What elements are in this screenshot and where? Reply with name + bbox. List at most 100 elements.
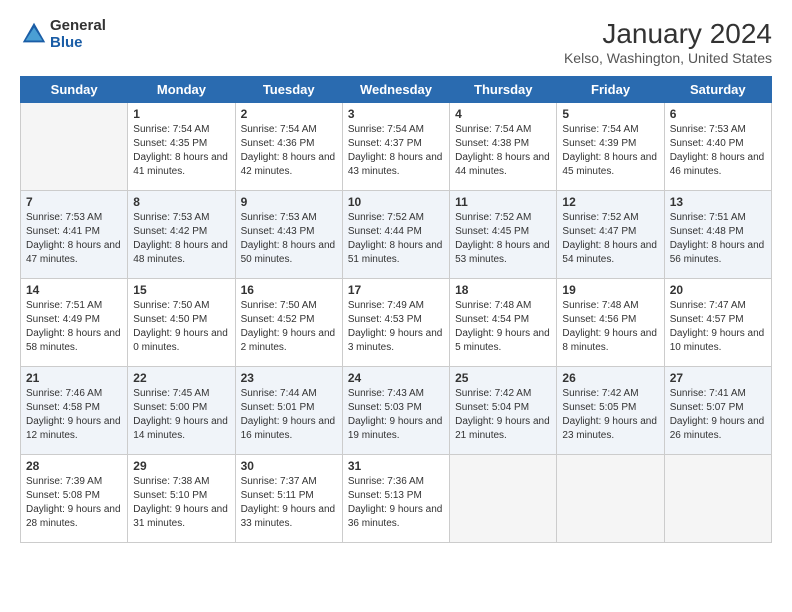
- day-number: 8: [133, 195, 229, 209]
- day-number: 27: [670, 371, 766, 385]
- calendar-cell: 3 Sunrise: 7:54 AMSunset: 4:37 PMDaylight…: [342, 103, 449, 191]
- day-number: 13: [670, 195, 766, 209]
- week-row-1: 1Sunrise: 7:54 AMSunset: 4:35 PMDaylight…: [21, 103, 772, 191]
- day-info: Sunrise: 7:46 AMSunset: 4:58 PMDaylight:…: [26, 387, 122, 443]
- day-number: 23: [241, 371, 337, 385]
- day-number: 16: [241, 283, 337, 297]
- calendar-cell: [557, 455, 664, 543]
- calendar-cell: [21, 103, 128, 191]
- day-number: 28: [26, 459, 122, 473]
- day-info: Sunrise: 7:42 AMSunset: 5:05 PMDaylight:…: [562, 387, 658, 443]
- day-number: 22: [133, 371, 229, 385]
- day-number: 12: [562, 195, 658, 209]
- day-info: Sunrise: 7:47 AMSunset: 4:57 PMDaylight:…: [670, 299, 766, 355]
- week-row-4: 21 Sunrise: 7:46 AMSunset: 4:58 PMDayligh…: [21, 367, 772, 455]
- main-title: January 2024: [564, 18, 772, 50]
- calendar-cell: 7Sunrise: 7:53 AMSunset: 4:41 PMDaylight…: [21, 191, 128, 279]
- day-info: Sunrise: 7:41 AMSunset: 5:07 PMDaylight:…: [670, 387, 766, 443]
- day-info: Sunrise: 7:54 AMSunset: 4:39 PMDaylight:…: [562, 123, 658, 179]
- day-info: Sunrise: 7:45 AMSunset: 5:00 PMDaylight:…: [133, 387, 229, 443]
- day-number: 17: [348, 283, 444, 297]
- week-row-3: 14 Sunrise: 7:51 AMSunset: 4:49 PMDayligh…: [21, 279, 772, 367]
- day-info: Sunrise: 7:51 AMSunset: 4:48 PMDaylight:…: [670, 211, 766, 267]
- header-thursday: Thursday: [450, 77, 557, 103]
- day-number: 15: [133, 283, 229, 297]
- day-info: Sunrise: 7:38 AMSunset: 5:10 PMDaylight:…: [133, 475, 229, 531]
- day-number: 5: [562, 107, 658, 121]
- logo-general: General: [50, 18, 106, 35]
- day-number: 4: [455, 107, 551, 121]
- day-number: 9: [241, 195, 337, 209]
- calendar-cell: [450, 455, 557, 543]
- calendar-cell: [664, 455, 771, 543]
- day-number: 1: [133, 107, 229, 121]
- title-block: January 2024 Kelso, Washington, United S…: [564, 18, 772, 66]
- calendar-page: General Blue January 2024 Kelso, Washing…: [0, 0, 792, 612]
- calendar-cell: 5 Sunrise: 7:54 AMSunset: 4:39 PMDaylight…: [557, 103, 664, 191]
- day-number: 3: [348, 107, 444, 121]
- calendar-cell: 19 Sunrise: 7:48 AMSunset: 4:56 PMDayligh…: [557, 279, 664, 367]
- day-info: Sunrise: 7:39 AMSunset: 5:08 PMDaylight:…: [26, 475, 122, 531]
- day-number: 20: [670, 283, 766, 297]
- day-number: 21: [26, 371, 122, 385]
- day-info: Sunrise: 7:51 AMSunset: 4:49 PMDaylight:…: [26, 299, 122, 355]
- day-number: 29: [133, 459, 229, 473]
- calendar-cell: 11 Sunrise: 7:52 AMSunset: 4:45 PMDayligh…: [450, 191, 557, 279]
- day-info: Sunrise: 7:54 AMSunset: 4:37 PMDaylight:…: [348, 123, 444, 179]
- logo-blue: Blue: [50, 35, 106, 52]
- week-row-5: 28 Sunrise: 7:39 AMSunset: 5:08 PMDayligh…: [21, 455, 772, 543]
- logo-icon: [20, 20, 48, 48]
- day-info: Sunrise: 7:52 AMSunset: 4:44 PMDaylight:…: [348, 211, 444, 267]
- calendar-cell: 1Sunrise: 7:54 AMSunset: 4:35 PMDaylight…: [128, 103, 235, 191]
- day-number: 10: [348, 195, 444, 209]
- day-info: Sunrise: 7:48 AMSunset: 4:54 PMDaylight:…: [455, 299, 551, 355]
- day-number: 30: [241, 459, 337, 473]
- days-header-row: Sunday Monday Tuesday Wednesday Thursday…: [21, 77, 772, 103]
- day-number: 14: [26, 283, 122, 297]
- day-info: Sunrise: 7:48 AMSunset: 4:56 PMDaylight:…: [562, 299, 658, 355]
- day-number: 18: [455, 283, 551, 297]
- day-info: Sunrise: 7:49 AMSunset: 4:53 PMDaylight:…: [348, 299, 444, 355]
- header: General Blue January 2024 Kelso, Washing…: [20, 18, 772, 66]
- day-info: Sunrise: 7:53 AMSunset: 4:42 PMDaylight:…: [133, 211, 229, 267]
- header-tuesday: Tuesday: [235, 77, 342, 103]
- day-number: 26: [562, 371, 658, 385]
- calendar-cell: 12 Sunrise: 7:52 AMSunset: 4:47 PMDayligh…: [557, 191, 664, 279]
- day-number: 31: [348, 459, 444, 473]
- day-number: 2: [241, 107, 337, 121]
- calendar-table: Sunday Monday Tuesday Wednesday Thursday…: [20, 76, 772, 543]
- day-number: 11: [455, 195, 551, 209]
- day-info: Sunrise: 7:43 AMSunset: 5:03 PMDaylight:…: [348, 387, 444, 443]
- day-number: 6: [670, 107, 766, 121]
- day-info: Sunrise: 7:52 AMSunset: 4:47 PMDaylight:…: [562, 211, 658, 267]
- logo-text: General Blue: [50, 18, 106, 51]
- calendar-cell: 8 Sunrise: 7:53 AMSunset: 4:42 PMDaylight…: [128, 191, 235, 279]
- calendar-cell: 10 Sunrise: 7:52 AMSunset: 4:44 PMDayligh…: [342, 191, 449, 279]
- calendar-cell: 2 Sunrise: 7:54 AMSunset: 4:36 PMDaylight…: [235, 103, 342, 191]
- day-info: Sunrise: 7:53 AMSunset: 4:43 PMDaylight:…: [241, 211, 337, 267]
- day-info: Sunrise: 7:50 AMSunset: 4:50 PMDaylight:…: [133, 299, 229, 355]
- calendar-cell: 25Sunrise: 7:42 AMSunset: 5:04 PMDayligh…: [450, 367, 557, 455]
- day-info: Sunrise: 7:54 AMSunset: 4:36 PMDaylight:…: [241, 123, 337, 179]
- header-monday: Monday: [128, 77, 235, 103]
- day-number: 19: [562, 283, 658, 297]
- day-info: Sunrise: 7:37 AMSunset: 5:11 PMDaylight:…: [241, 475, 337, 531]
- subtitle: Kelso, Washington, United States: [564, 50, 772, 66]
- calendar-cell: 23 Sunrise: 7:44 AMSunset: 5:01 PMDayligh…: [235, 367, 342, 455]
- calendar-cell: 16Sunrise: 7:50 AMSunset: 4:52 PMDayligh…: [235, 279, 342, 367]
- day-info: Sunrise: 7:44 AMSunset: 5:01 PMDaylight:…: [241, 387, 337, 443]
- day-info: Sunrise: 7:52 AMSunset: 4:45 PMDaylight:…: [455, 211, 551, 267]
- header-sunday: Sunday: [21, 77, 128, 103]
- day-info: Sunrise: 7:42 AMSunset: 5:04 PMDaylight:…: [455, 387, 551, 443]
- day-info: Sunrise: 7:54 AMSunset: 4:38 PMDaylight:…: [455, 123, 551, 179]
- calendar-cell: 14 Sunrise: 7:51 AMSunset: 4:49 PMDayligh…: [21, 279, 128, 367]
- calendar-cell: 18 Sunrise: 7:48 AMSunset: 4:54 PMDayligh…: [450, 279, 557, 367]
- day-info: Sunrise: 7:36 AMSunset: 5:13 PMDaylight:…: [348, 475, 444, 531]
- calendar-cell: 24 Sunrise: 7:43 AMSunset: 5:03 PMDayligh…: [342, 367, 449, 455]
- day-number: 7: [26, 195, 122, 209]
- calendar-cell: 31 Sunrise: 7:36 AMSunset: 5:13 PMDayligh…: [342, 455, 449, 543]
- day-number: 24: [348, 371, 444, 385]
- header-friday: Friday: [557, 77, 664, 103]
- header-saturday: Saturday: [664, 77, 771, 103]
- week-row-2: 7Sunrise: 7:53 AMSunset: 4:41 PMDaylight…: [21, 191, 772, 279]
